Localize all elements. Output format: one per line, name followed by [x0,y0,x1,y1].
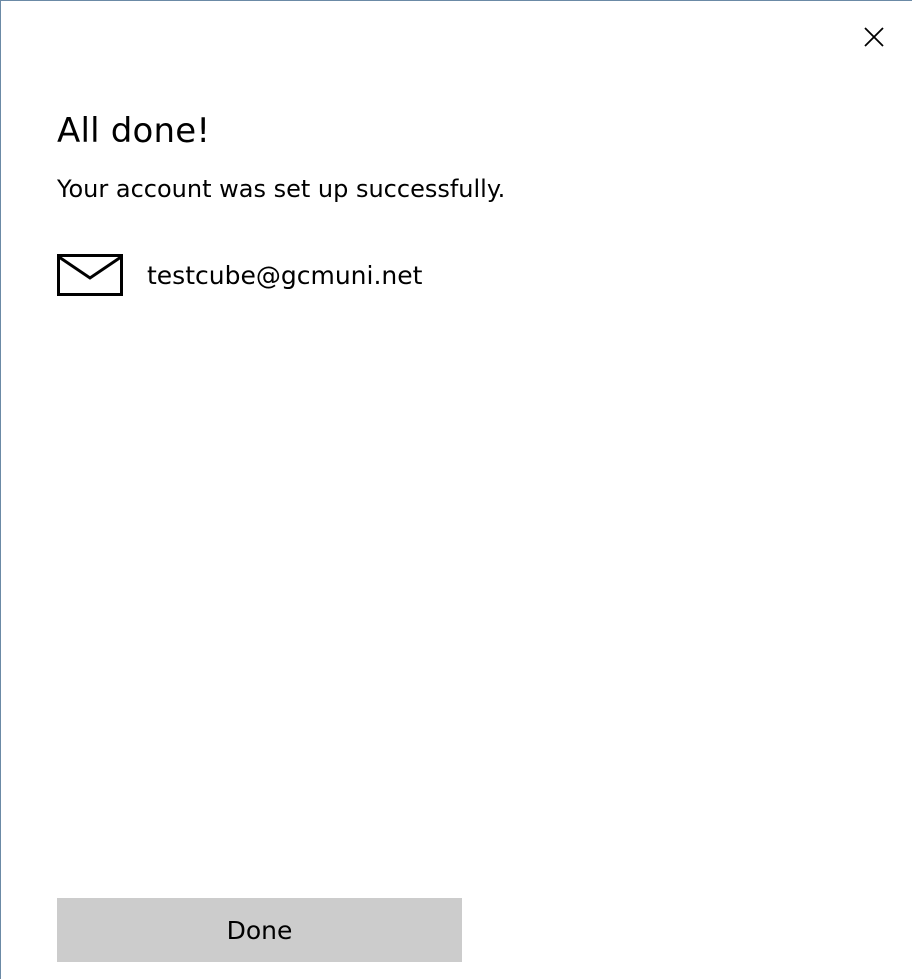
close-button[interactable] [856,21,892,57]
close-icon [863,26,885,52]
account-setup-dialog: All done! Your account was set up succes… [0,0,912,979]
account-row: testcube@gcmuni.net [57,253,422,297]
account-email: testcube@gcmuni.net [147,260,423,290]
dialog-subtitle: Your account was set up successfully. [57,175,506,203]
done-button[interactable]: Done [57,898,462,962]
mail-icon [57,254,123,296]
dialog-title: All done! [57,111,211,151]
